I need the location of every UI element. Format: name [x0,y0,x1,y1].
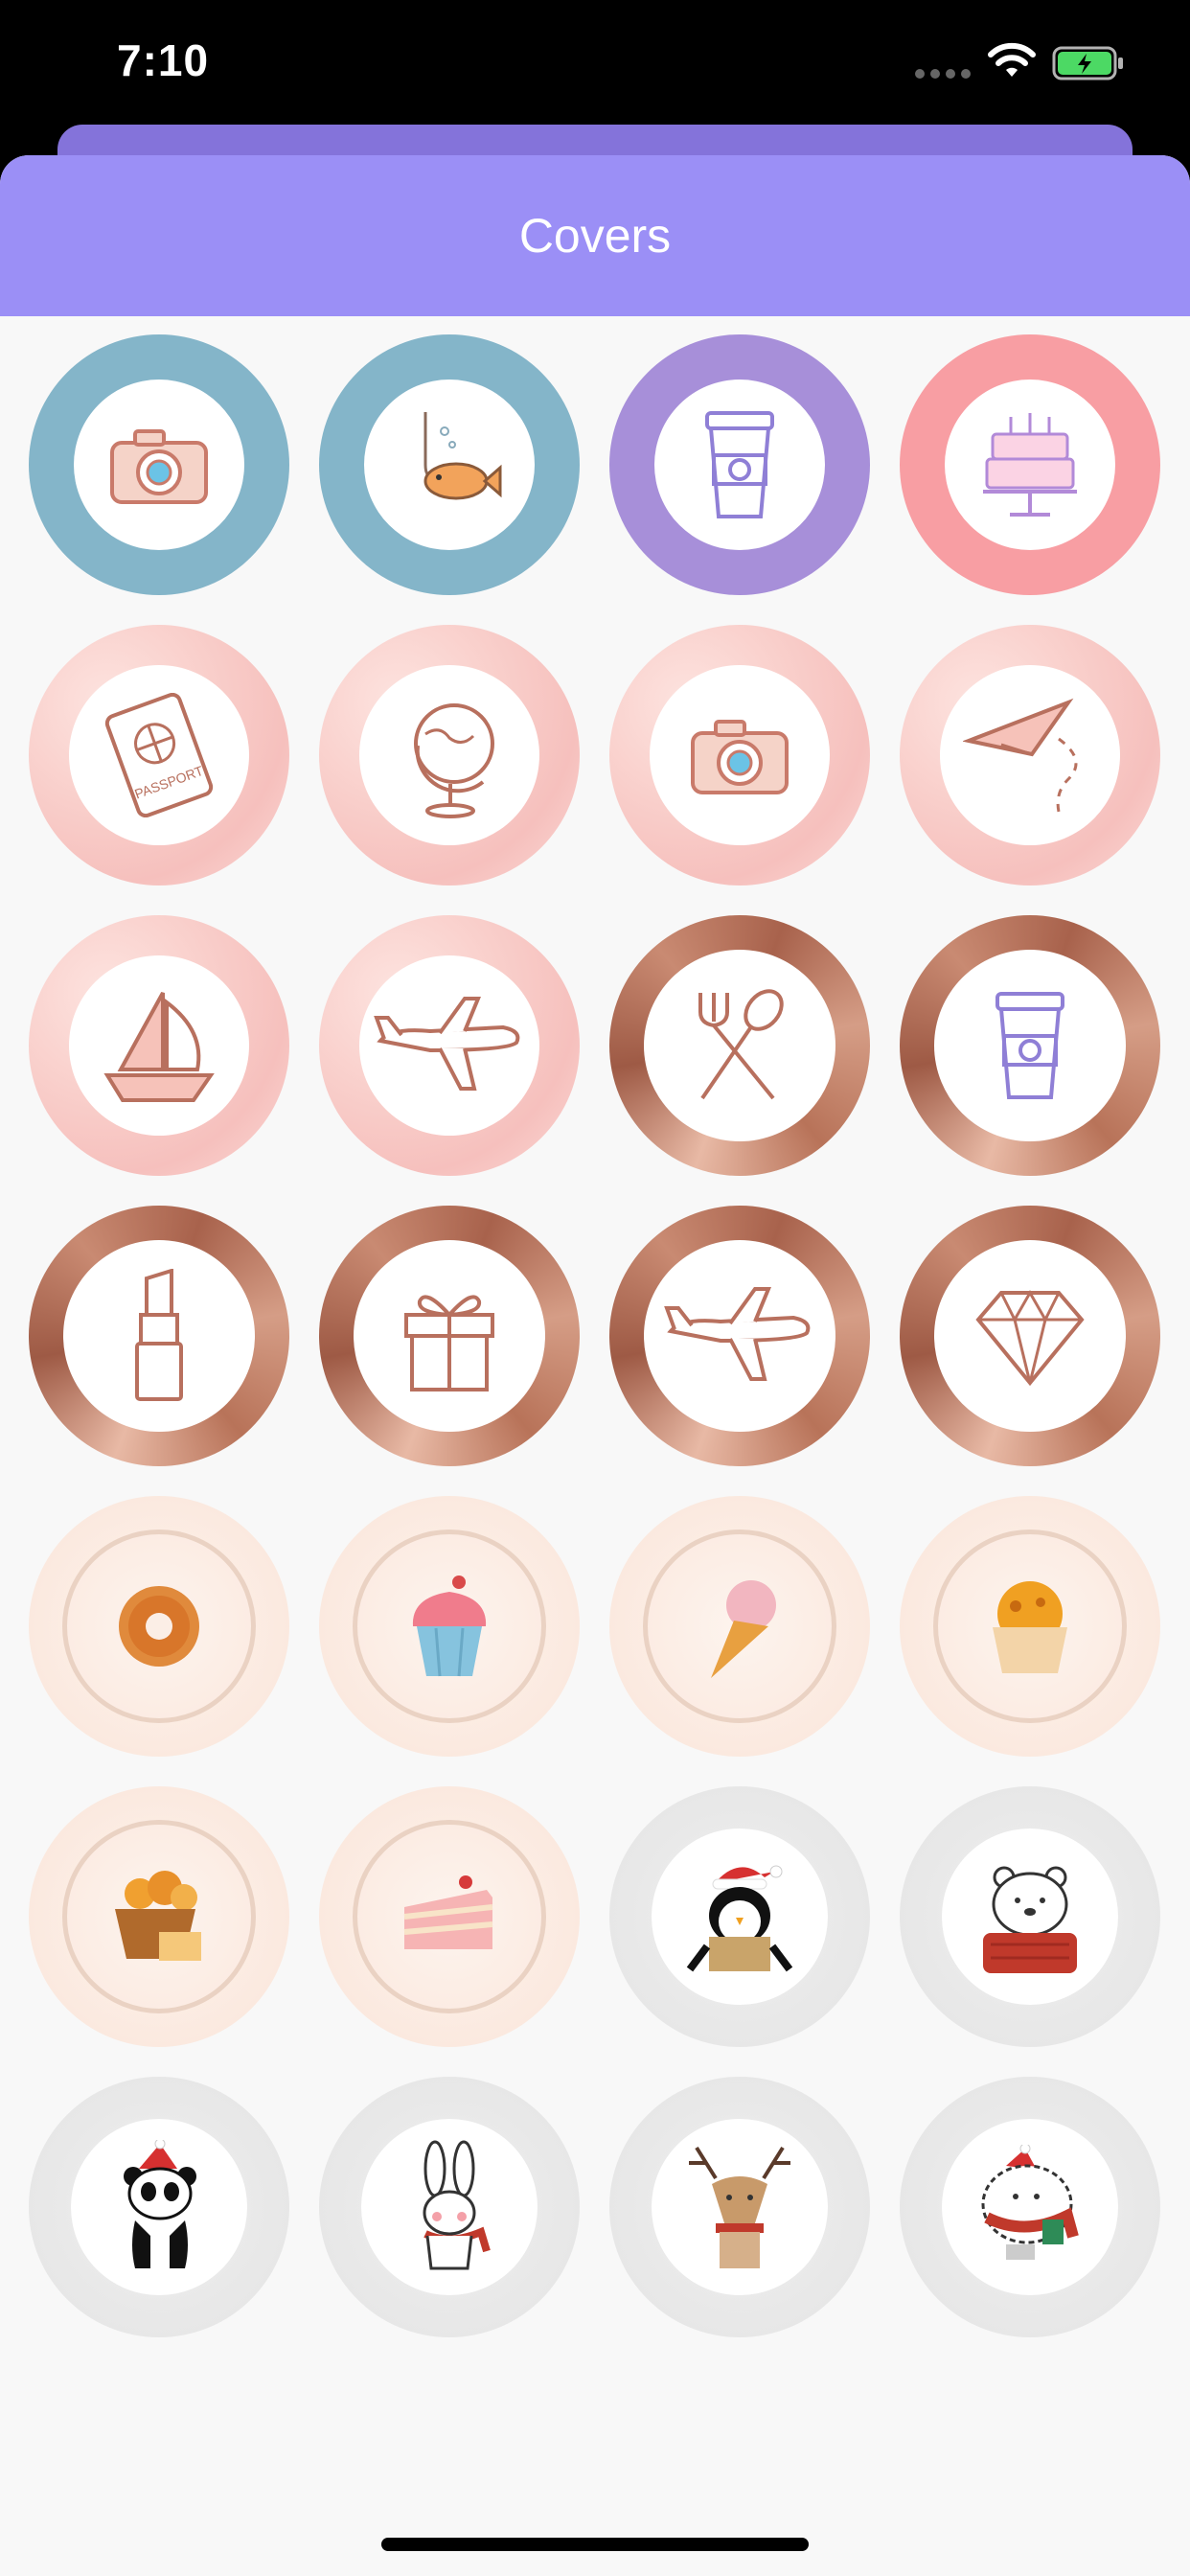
cake-icon [977,407,1083,522]
cover-inner [74,380,244,550]
cover-item[interactable] [29,334,289,595]
cover-inner [942,2119,1118,2295]
cover-inner [650,665,830,845]
cover-inner [940,665,1120,845]
cover-item[interactable] [900,1206,1160,1466]
cover-item[interactable] [900,1786,1160,2047]
cover-item[interactable] [900,915,1160,1176]
cover-item[interactable]: PASSPORT [29,625,289,886]
cover-inner [69,955,249,1136]
cover-item[interactable] [319,1496,580,1757]
camera-icon [106,422,212,508]
covers-grid: PASSPORT [0,155,1190,2576]
cover-inner [652,2119,828,2295]
cover-item[interactable] [609,2077,870,2337]
cover-inner [654,380,825,550]
cover-item[interactable] [319,1786,580,2047]
cover-inner [933,1530,1127,1723]
cover-inner [361,2119,538,2295]
cover-item[interactable] [29,2077,289,2337]
cover-item[interactable] [319,1206,580,1466]
cover-item[interactable] [609,1206,870,1466]
cover-inner [62,1530,256,1723]
wifi-icon [988,42,1036,77]
cover-item[interactable] [319,915,580,1176]
gift-icon [397,1278,502,1393]
coffee-cup-icon [992,988,1068,1103]
cover-inner [63,1240,255,1432]
camera-icon [687,712,792,798]
polar-bear-icon [968,1854,1092,1979]
cover-inner [359,955,539,1136]
signal-icon [915,69,971,80]
reindeer-icon [677,2140,802,2274]
ice-cream-icon [692,1569,788,1684]
fork-spoon-icon [687,983,792,1108]
cover-inner [354,1240,545,1432]
donut-icon [111,1578,207,1674]
home-indicator [381,2538,809,2551]
cover-item[interactable] [319,334,580,595]
cover-item[interactable] [29,1206,289,1466]
cover-inner [643,1530,836,1723]
cupcake-icon [401,1569,497,1684]
cover-item[interactable] [319,625,580,886]
covers-sheet: Covers PASSPORT [0,155,1190,2576]
cover-item[interactable] [900,1496,1160,1757]
cover-item[interactable] [900,625,1160,886]
cover-item[interactable] [609,625,870,886]
paper-plane-icon [963,693,1097,817]
bunny-icon [397,2140,502,2274]
panda-icon [106,2140,212,2274]
penguin-icon [682,1854,797,1979]
cover-item[interactable] [319,2077,580,2337]
sailboat-icon [102,983,217,1108]
cover-inner [934,950,1126,1141]
cover-item[interactable] [609,1786,870,2047]
cover-inner [652,1828,828,2005]
bread-basket-icon [102,1859,217,1974]
cover-inner [942,1828,1118,2005]
fish-icon [397,412,502,518]
battery-icon [1052,46,1123,80]
cover-item[interactable] [609,334,870,595]
cover-inner [945,380,1115,550]
cover-item[interactable] [900,2077,1160,2337]
airplane-icon [373,993,526,1098]
status-bar: 7:10 [0,0,1190,144]
cover-item[interactable] [29,1786,289,2047]
cover-item[interactable] [609,915,870,1176]
cake-slice-icon [397,1869,502,1965]
passport-icon: PASSPORT [102,693,217,817]
diamond-icon [973,1283,1087,1389]
muffin-icon [977,1574,1083,1679]
cover-item[interactable] [900,334,1160,595]
cover-item[interactable] [29,1496,289,1757]
lipstick-icon [126,1269,193,1403]
cover-inner: PASSPORT [69,665,249,845]
cover-item[interactable] [29,915,289,1176]
cover-inner [934,1240,1126,1432]
cover-inner [71,2119,247,2295]
cover-item[interactable] [609,1496,870,1757]
cover-inner [353,1820,546,2013]
cover-inner [62,1820,256,2013]
coffee-cup-icon [701,407,778,522]
cover-inner [644,950,835,1141]
cover-inner [353,1530,546,1723]
airplane-icon [663,1283,816,1389]
globe-icon [397,688,502,822]
cover-inner [644,1240,835,1432]
hedgehog-icon [968,2145,1092,2269]
cover-inner [364,380,535,550]
cover-inner [359,665,539,845]
status-time: 7:10 [117,35,210,85]
